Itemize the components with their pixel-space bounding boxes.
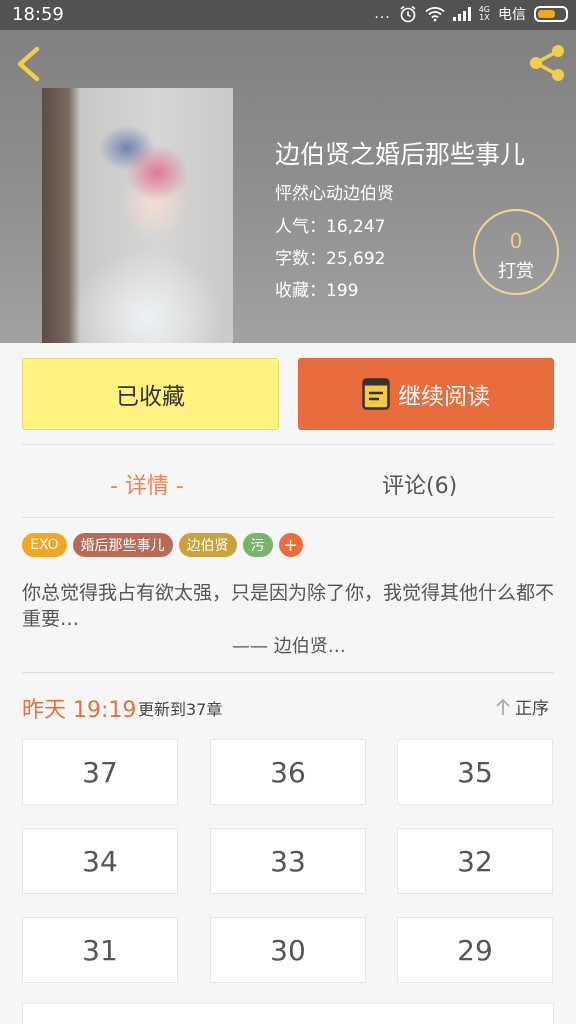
tab-details[interactable]: - 详情 - xyxy=(110,468,184,500)
chapter-button[interactable]: 37 xyxy=(22,739,178,805)
book-header: 18:59 ... 4G 1X 电信 边伯贤之婚后那些事儿 怦然心动边伯贤 人气：… xyxy=(0,0,576,343)
favorited-label: 已收藏 xyxy=(116,384,185,410)
book-title: 边伯贤之婚后那些事儿 xyxy=(275,140,526,169)
tag-exo[interactable]: EXO xyxy=(22,533,67,557)
tag-after-marriage[interactable]: 婚后那些事儿 xyxy=(72,533,173,557)
favorited-button[interactable]: 已收藏 xyxy=(22,358,279,430)
update-note: 更新到37章 xyxy=(138,700,223,719)
back-arrow-icon[interactable] xyxy=(12,45,46,83)
carrier-label: 电信 xyxy=(498,7,526,23)
chapter-button[interactable]: 31 xyxy=(22,917,178,983)
chapter-list-next-row xyxy=(22,1003,554,1024)
intro-signature: —— 边伯贤… xyxy=(232,636,346,657)
status-bar: 18:59 ... 4G 1X 电信 xyxy=(0,0,576,30)
more-dots-icon: ... xyxy=(374,6,391,22)
favorites-stat: 收藏：199 xyxy=(275,281,359,301)
word-count-stat: 字数：25,692 xyxy=(275,249,386,269)
tip-button[interactable]: 0 打赏 xyxy=(473,209,559,295)
divider xyxy=(22,444,554,445)
battery-icon xyxy=(534,6,568,22)
book-cover-image xyxy=(42,88,233,343)
tag-baekhyun[interactable]: 边伯贤 xyxy=(178,533,237,557)
wifi-icon xyxy=(425,7,445,22)
divider xyxy=(22,517,554,518)
arrow-up-icon xyxy=(496,698,510,715)
divider xyxy=(22,672,554,673)
chapter-button[interactable]: 32 xyxy=(397,828,553,894)
chapter-button[interactable]: 35 xyxy=(397,739,553,805)
continue-reading-button[interactable]: 继续阅读 xyxy=(298,358,554,430)
signal-icon xyxy=(452,7,471,21)
book-intro[interactable]: 你总觉得我占有欲太强，只是因为除了你，我觉得其他什么都不重要… xyxy=(22,580,554,632)
share-icon[interactable] xyxy=(526,44,568,82)
tag-list: EXO 婚后那些事儿 边伯贤 污 + xyxy=(22,533,303,557)
update-time: 昨天 19:19 xyxy=(22,698,137,723)
tab-comments[interactable]: 评论(6) xyxy=(382,468,457,500)
chapter-button[interactable]: 34 xyxy=(22,828,178,894)
tip-count: 0 xyxy=(509,229,523,253)
popularity-stat: 人气：16,247 xyxy=(275,217,386,237)
alarm-icon xyxy=(400,5,416,23)
chapter-button[interactable]: 30 xyxy=(210,917,366,983)
chapter-button[interactable]: 29 xyxy=(397,917,553,983)
status-time: 18:59 xyxy=(12,4,64,25)
book-author[interactable]: 怦然心动边伯贤 xyxy=(275,179,394,204)
sort-order-button[interactable]: 正序 xyxy=(495,694,549,719)
chapter-button[interactable]: 33 xyxy=(210,828,366,894)
chapter-button[interactable]: 36 xyxy=(210,739,366,805)
network-type: 4G 1X xyxy=(478,5,490,22)
add-tag-button[interactable]: + xyxy=(278,533,303,557)
tag-wu[interactable]: 污 xyxy=(242,533,273,557)
continue-reading-label: 继续阅读 xyxy=(398,384,490,410)
book-icon xyxy=(362,378,390,410)
tip-label: 打赏 xyxy=(498,261,534,282)
sort-order-label: 正序 xyxy=(515,699,549,719)
